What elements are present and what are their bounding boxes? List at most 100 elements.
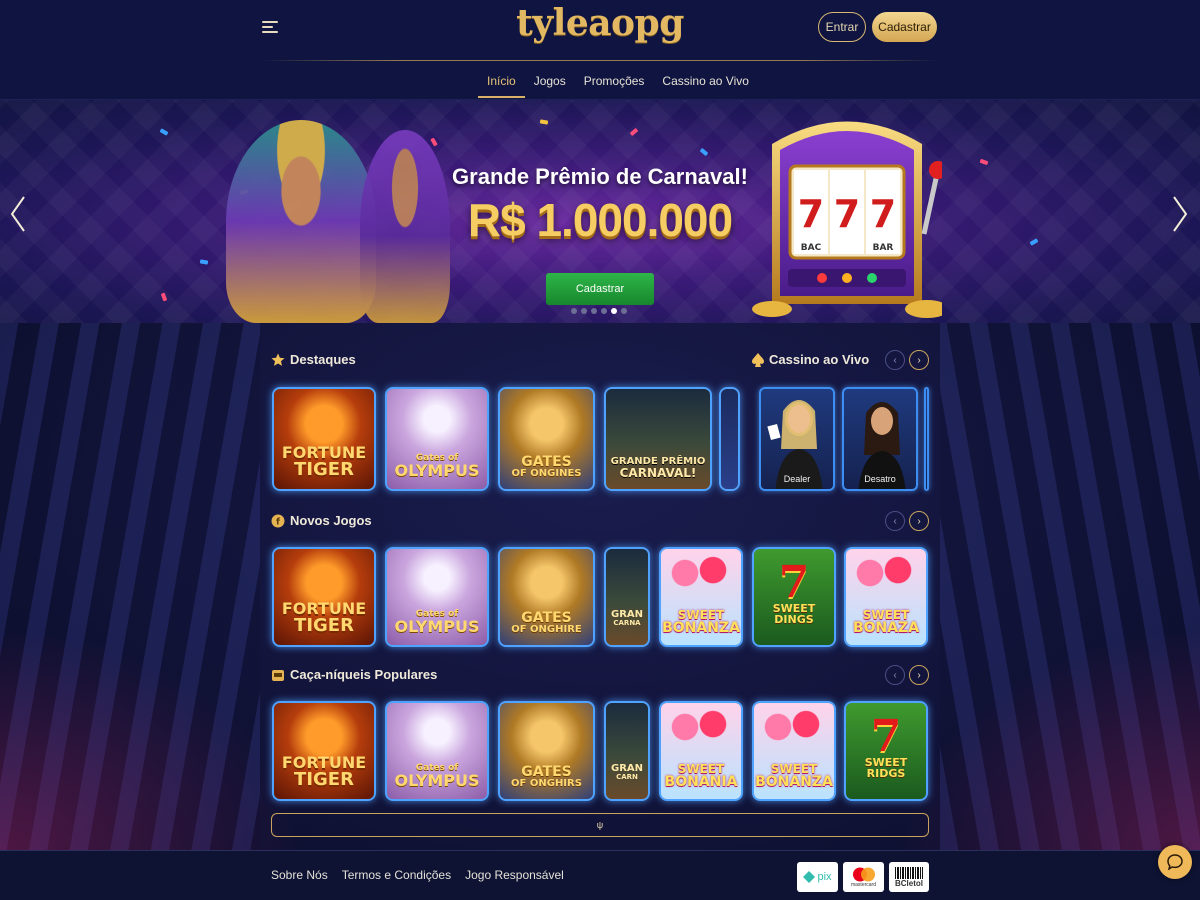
game-title: GRAN CARNA bbox=[610, 609, 644, 627]
banner-signup-button[interactable]: Cadastrar bbox=[546, 273, 654, 305]
nav-item-inicio[interactable]: Início bbox=[478, 64, 525, 98]
carnival-dancer-illustration bbox=[226, 120, 376, 323]
mastercard-payment-logo: mastercard bbox=[843, 862, 884, 892]
site-logo[interactable]: tyleaopg bbox=[500, 2, 700, 52]
game-art bbox=[721, 389, 738, 489]
banner-prev-arrow-icon[interactable] bbox=[8, 195, 28, 233]
game-title: SWEET DINGS bbox=[772, 602, 816, 626]
banner-next-arrow-icon[interactable] bbox=[1170, 195, 1190, 233]
chat-bubble-icon bbox=[1167, 854, 1183, 870]
game-tile[interactable]: SWEET BONANIA bbox=[659, 701, 743, 801]
game-title: FORTUNE TIGER bbox=[281, 753, 367, 790]
banner-dot[interactable] bbox=[581, 308, 587, 314]
site-footer: Sobre Nós Termos e Condições Jogo Respon… bbox=[0, 850, 1200, 900]
section-label: Cassino ao Vivo bbox=[769, 352, 870, 367]
main-nav: Início Jogos Promoções Cassino ao Vivo bbox=[478, 64, 758, 98]
game-tile[interactable]: SWEET BONAZA bbox=[844, 547, 928, 647]
game-tile[interactable]: Gates of OLYMPUS bbox=[385, 701, 489, 801]
game-title: GRANDE PRÊMIO CARNAVAL! bbox=[610, 456, 706, 480]
hero-banner: Grande Prêmio de Carnaval! R$ 1.000.000 … bbox=[0, 100, 1200, 323]
game-title: Gates of OLYMPUS bbox=[394, 609, 480, 636]
game-tile[interactable]: FORTUNE TIGER bbox=[272, 701, 376, 801]
login-button[interactable]: Entrar bbox=[818, 12, 866, 42]
site-header: tyleaopg Entrar Cadastrar Início Jogos P… bbox=[0, 0, 1200, 100]
prev-chevron-icon[interactable]: ‹ bbox=[885, 350, 905, 370]
boleto-payment-logo: BCletol bbox=[889, 862, 929, 892]
game-tile-partial[interactable]: GRAN CARNA bbox=[604, 547, 650, 647]
game-tile[interactable]: GRANDE PRÊMIO CARNAVAL! bbox=[604, 387, 712, 491]
spade-icon bbox=[752, 352, 764, 367]
game-seven: 7 bbox=[778, 557, 810, 608]
slot-machine-icon bbox=[272, 669, 284, 681]
game-tile[interactable]: 7 SWEET DINGS bbox=[752, 547, 836, 647]
game-tile[interactable]: FORTUNE TIGER bbox=[272, 547, 376, 647]
game-tile[interactable]: Gates of OLYMPUS bbox=[385, 547, 489, 647]
nav-item-cassino-ao-vivo[interactable]: Cassino ao Vivo bbox=[653, 64, 758, 98]
chat-support-button[interactable] bbox=[1158, 845, 1192, 879]
hamburger-menu-icon[interactable] bbox=[262, 19, 278, 35]
game-tile-partial[interactable] bbox=[719, 387, 740, 491]
prev-chevron-icon[interactable]: ‹ bbox=[885, 665, 905, 685]
footer-links: Sobre Nós Termos e Condições Jogo Respon… bbox=[271, 868, 564, 882]
pix-icon bbox=[803, 871, 816, 883]
banner-dot-active[interactable] bbox=[611, 308, 617, 314]
slot-reel-left-label: BAC bbox=[801, 243, 822, 253]
mastercard-icon bbox=[852, 867, 875, 881]
banner-dot[interactable] bbox=[621, 308, 627, 314]
coin-icon: f bbox=[271, 514, 285, 527]
game-title: GRAN CARN bbox=[610, 763, 644, 781]
prev-chevron-icon[interactable]: ‹ bbox=[885, 511, 905, 531]
dealer-label: Dealer bbox=[783, 474, 811, 484]
star-icon bbox=[271, 353, 285, 366]
next-chevron-icon[interactable]: › bbox=[909, 511, 929, 531]
game-title: SWEET BONANZA bbox=[755, 762, 833, 790]
populares-carousel-controls: ‹ › bbox=[885, 665, 929, 685]
novos-carousel-controls: ‹ › bbox=[885, 511, 929, 531]
next-chevron-icon[interactable]: › bbox=[909, 350, 929, 370]
page-background bbox=[0, 323, 1200, 850]
game-title: SWEET RIDGS bbox=[864, 756, 908, 780]
barcode-icon bbox=[895, 866, 923, 879]
svg-text:7: 7 bbox=[834, 192, 860, 236]
banner-prize-amount: R$ 1.000.000 bbox=[467, 194, 733, 246]
section-label: Novos Jogos bbox=[290, 513, 372, 528]
game-tile[interactable]: GATES OF ONGINES bbox=[498, 387, 595, 491]
slot-reel-right-label: BAR bbox=[873, 243, 894, 253]
game-tile[interactable]: FORTUNE TIGER bbox=[272, 387, 376, 491]
game-tile[interactable]: GATES OF ONGHIRE bbox=[498, 547, 595, 647]
carnival-dancer-illustration bbox=[360, 130, 450, 323]
dealer-label: Desatro bbox=[864, 474, 896, 484]
next-chevron-icon[interactable]: › bbox=[909, 665, 929, 685]
game-title: SWEET BONAZA bbox=[852, 608, 920, 636]
live-dealer-tile[interactable]: Desatro bbox=[842, 387, 918, 491]
game-tile[interactable]: SWEET BONANZA bbox=[659, 547, 743, 647]
banner-dot[interactable] bbox=[591, 308, 597, 314]
game-art bbox=[606, 549, 648, 645]
live-dealer-tile-partial[interactable] bbox=[924, 387, 929, 491]
glow-left bbox=[0, 630, 300, 850]
signup-button[interactable]: Cadastrar bbox=[872, 12, 937, 42]
game-seven: 7 bbox=[870, 711, 902, 762]
game-tile[interactable]: 7 SWEET RIDGS bbox=[844, 701, 928, 801]
game-tile[interactable]: GATES OF ONGHIRS bbox=[498, 701, 595, 801]
game-title: SWEET BONANZA bbox=[662, 608, 740, 636]
section-title-novos-jogos: f Novos Jogos bbox=[271, 513, 372, 528]
banner-dot[interactable] bbox=[571, 308, 577, 314]
nav-item-jogos[interactable]: Jogos bbox=[525, 64, 575, 98]
svg-text:f: f bbox=[276, 517, 280, 527]
footer-link-sobre[interactable]: Sobre Nós bbox=[271, 868, 328, 882]
banner-dot[interactable] bbox=[601, 308, 607, 314]
footer-link-termos[interactable]: Termos e Condições bbox=[342, 868, 451, 882]
live-dealer-tile[interactable]: Dealer bbox=[759, 387, 835, 491]
game-tile[interactable]: SWEET BONANZA bbox=[752, 701, 836, 801]
section-title-populares: Caça-níqueis Populares bbox=[271, 667, 437, 682]
game-title: Gates of OLYMPUS bbox=[394, 453, 480, 480]
game-title: GATES OF ONGHIRE bbox=[511, 610, 582, 635]
section-title-destaques: Destaques bbox=[271, 352, 356, 367]
nav-item-promocoes[interactable]: Promoções bbox=[575, 64, 654, 98]
svg-text:7: 7 bbox=[798, 192, 824, 236]
game-tile[interactable]: Gates of OLYMPUS bbox=[385, 387, 489, 491]
load-more-button[interactable]: ψ bbox=[271, 813, 929, 837]
footer-link-jogo-responsavel[interactable]: Jogo Responsável bbox=[465, 868, 564, 882]
game-tile-partial[interactable]: GRAN CARN bbox=[604, 701, 650, 801]
